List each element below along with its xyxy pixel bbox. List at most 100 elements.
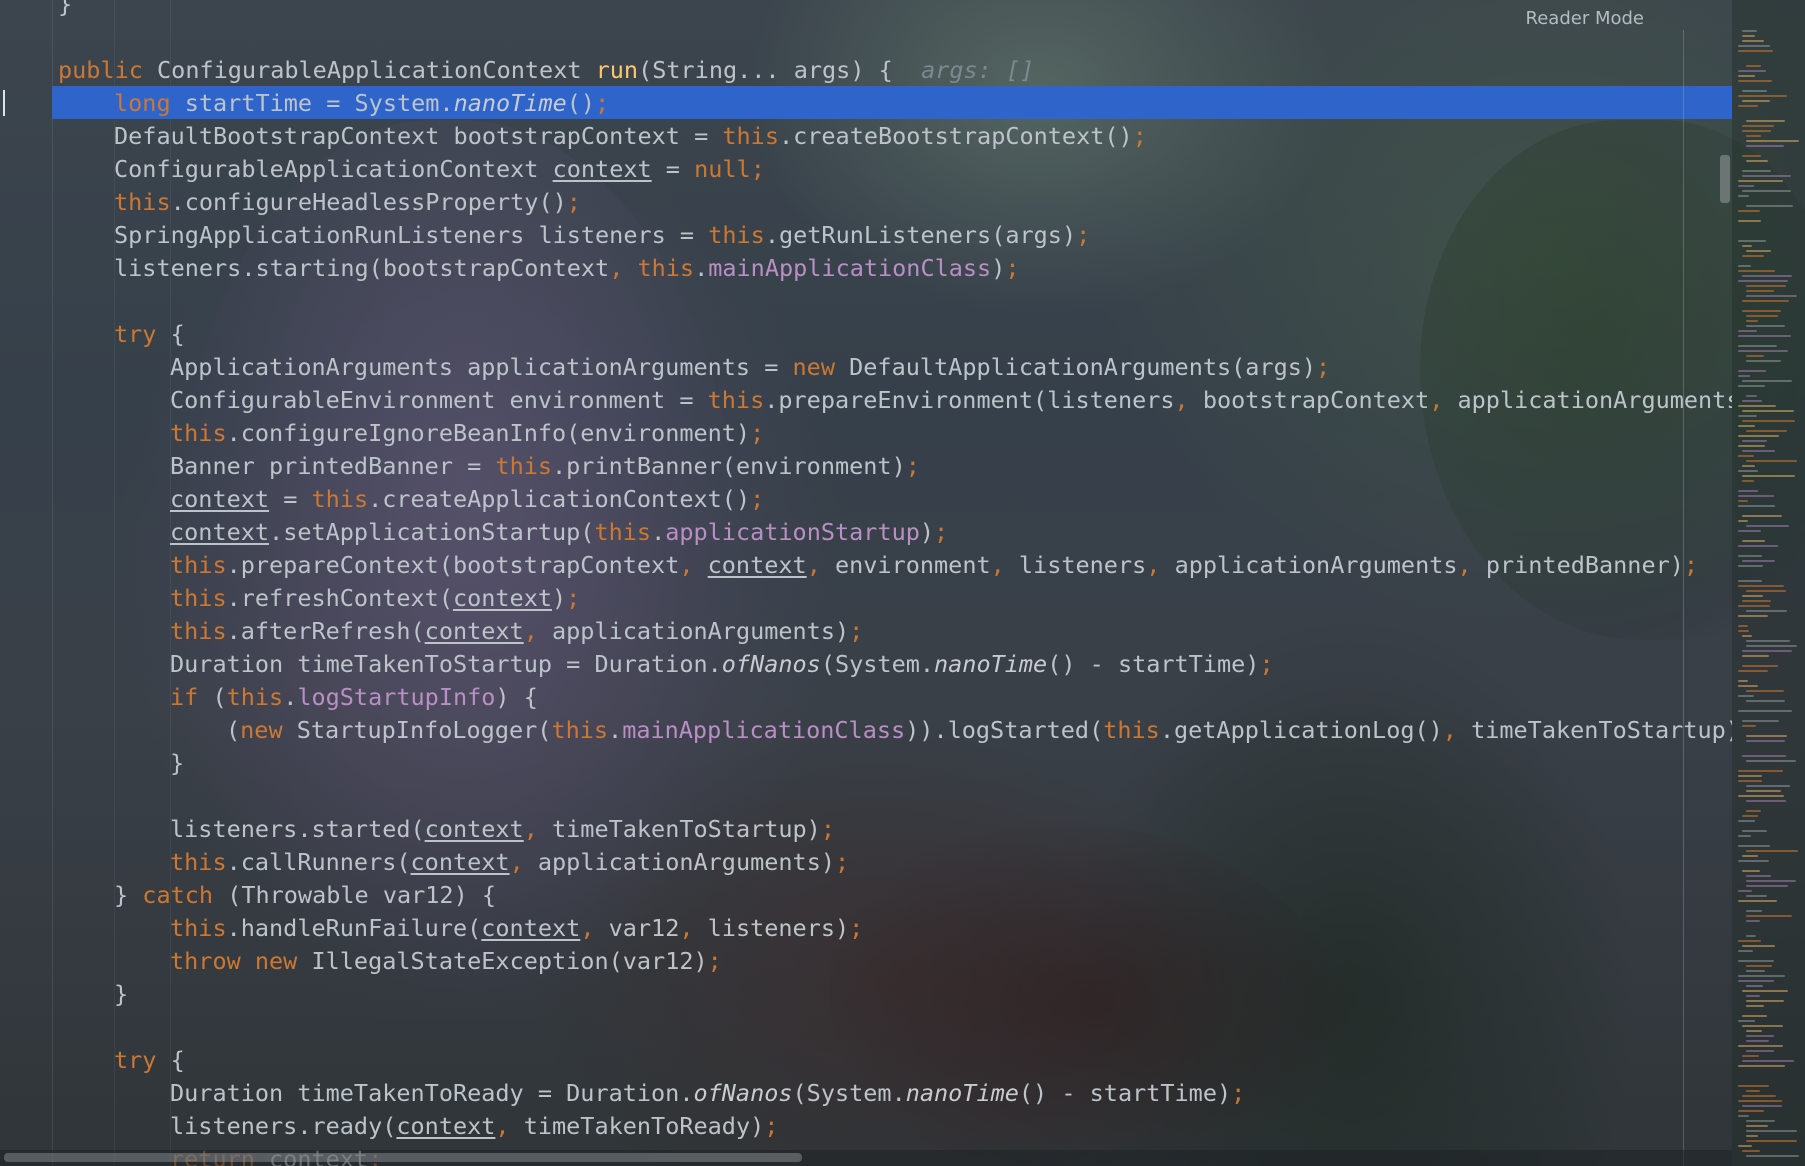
code-token: ;: [566, 188, 581, 216]
minimap-line: [1738, 820, 1755, 822]
code-token: .afterRefresh(: [226, 617, 425, 645]
code-token: .: [694, 254, 709, 282]
code-token: ;: [1231, 1079, 1246, 1107]
code-line[interactable]: listeners.started(context, timeTakenToSt…: [170, 813, 835, 846]
code-line[interactable]: ApplicationArguments applicationArgument…: [170, 351, 1330, 384]
code-token: ): [919, 518, 935, 546]
minimap-line: [1746, 645, 1797, 647]
minimap-line: [1742, 100, 1770, 102]
minimap-line: [1738, 630, 1749, 632]
minimap-line: [1738, 220, 1761, 222]
code-line[interactable]: ConfigurableEnvironment environment = th…: [170, 384, 1732, 417]
minimap-line: [1738, 710, 1792, 712]
code-line[interactable]: Duration timeTakenToStartup = Duration.o…: [170, 648, 1274, 681]
reader-mode-button[interactable]: Reader Mode: [1520, 6, 1650, 31]
code-line[interactable]: this.configureIgnoreBeanInfo(environment…: [170, 417, 764, 450]
minimap-line: [1746, 910, 1762, 912]
code-token: ;: [750, 419, 765, 447]
minimap-line: [1746, 355, 1764, 357]
minimap-line: [1746, 320, 1758, 322]
code-token: .prepareContext(bootstrapContext: [226, 551, 680, 579]
code-token: Duration timeTakenToReady = Duration.: [170, 1079, 694, 1107]
code-line[interactable]: this.configureHeadlessProperty();: [114, 186, 581, 219]
code-line[interactable]: this.afterRefresh(context, applicationAr…: [170, 615, 863, 648]
minimap-line: [1738, 330, 1757, 332]
error-stripe-minimap[interactable]: [1732, 0, 1805, 1166]
code-token: this: [311, 485, 369, 513]
code-token: ;: [1259, 650, 1274, 678]
minimap-line: [1746, 285, 1786, 287]
code-line[interactable]: }: [58, 0, 72, 21]
code-line[interactable]: try {: [114, 1044, 185, 1077]
minimap-line: [1746, 785, 1790, 787]
code-token: =: [269, 485, 312, 513]
vertical-scrollbar-thumb[interactable]: [1720, 155, 1730, 203]
code-line[interactable]: ConfigurableApplicationContext context =…: [114, 153, 765, 186]
code-line[interactable]: this.handleRunFailure(context, var12, li…: [170, 912, 863, 945]
code-token: .: [608, 716, 623, 744]
code-token: ApplicationArguments applicationArgument…: [170, 353, 793, 381]
minimap-line: [1738, 350, 1788, 352]
code-token: ;: [820, 815, 835, 843]
code-line[interactable]: } catch (Throwable var12) {: [114, 879, 496, 912]
code-line[interactable]: }: [170, 747, 184, 780]
horizontal-scrollbar-thumb[interactable]: [4, 1153, 802, 1162]
code-line[interactable]: context = this.createApplicationContext(…: [170, 483, 764, 516]
code-token: this: [1103, 716, 1160, 744]
minimap-line: [1742, 90, 1767, 92]
code-token: applicationArguments): [1457, 386, 1732, 414]
minimap-line: [1738, 940, 1761, 942]
minimap-line: [1738, 1115, 1749, 1117]
code-token: ;: [905, 452, 920, 480]
code-token: .createApplicationContext(): [368, 485, 751, 513]
minimap-line: [1738, 385, 1765, 387]
code-line[interactable]: try {: [114, 318, 185, 351]
code-line[interactable]: Duration timeTakenToReady = Duration.ofN…: [170, 1077, 1245, 1110]
code-editor[interactable]: } public ConfigurableApplicationContext r…: [0, 0, 1805, 1166]
code-token: (String... args) {: [638, 56, 922, 84]
code-area[interactable]: } public ConfigurableApplicationContext r…: [0, 0, 1732, 1166]
code-token: ,: [523, 617, 553, 645]
minimap-line: [1738, 900, 1777, 902]
minimap-line: [1746, 1120, 1775, 1122]
code-line[interactable]: if (this.logStartupInfo) {: [170, 681, 538, 714]
minimap-line: [1742, 665, 1778, 667]
code-token: SpringApplicationRunListeners listeners …: [114, 221, 709, 249]
minimap-line: [1746, 315, 1778, 317]
minimap-line: [1746, 590, 1786, 592]
code-token: }: [170, 749, 185, 777]
code-token: listeners.starting(bootstrapContext: [114, 254, 610, 282]
code-token: ,: [990, 551, 1019, 579]
code-line[interactable]: }: [114, 978, 128, 1011]
code-token: ;: [1683, 551, 1699, 579]
code-line[interactable]: throw new IllegalStateException(var12);: [170, 945, 722, 978]
minimap-line: [1738, 835, 1751, 837]
code-line[interactable]: DefaultBootstrapContext bootstrapContext…: [114, 120, 1147, 153]
minimap-line: [1738, 95, 1787, 97]
code-line[interactable]: this.refreshContext(context);: [170, 582, 580, 615]
minimap-line: [1738, 1145, 1752, 1147]
code-line[interactable]: public ConfigurableApplicationContext ru…: [58, 54, 1034, 87]
code-line[interactable]: this.callRunners(context, applicationArg…: [170, 846, 849, 879]
code-line[interactable]: this.prepareContext(bootstrapContext, co…: [170, 549, 1698, 582]
code-line[interactable]: long startTime = System.nanoTime();: [114, 87, 609, 120]
code-line[interactable]: listeners.ready(context, timeTakenToRead…: [170, 1110, 778, 1143]
minimap-line: [1738, 185, 1754, 187]
minimap-line: [1746, 430, 1787, 432]
minimap-line: [1738, 280, 1788, 282]
code-line[interactable]: listeners.starting(bootstrapContext, thi…: [114, 252, 1020, 285]
minimap-line: [1738, 1020, 1755, 1022]
code-token: ,: [509, 848, 538, 876]
code-token: this: [170, 584, 227, 612]
code-line[interactable]: SpringApplicationRunListeners listeners …: [114, 219, 1090, 252]
code-token: ;: [566, 584, 581, 612]
minimap-line: [1738, 180, 1783, 182]
minimap-line: [1742, 1015, 1767, 1017]
code-token: context: [707, 551, 807, 579]
code-line[interactable]: Banner printedBanner = this.printBanner(…: [170, 450, 920, 483]
minimap-line: [1738, 585, 1784, 587]
code-line[interactable]: (new StartupInfoLogger(this.mainApplicat…: [226, 714, 1732, 747]
code-line[interactable]: context.setApplicationStartup(this.appli…: [170, 516, 948, 549]
minimap-line: [1742, 465, 1755, 467]
minimap-line: [1742, 945, 1775, 947]
